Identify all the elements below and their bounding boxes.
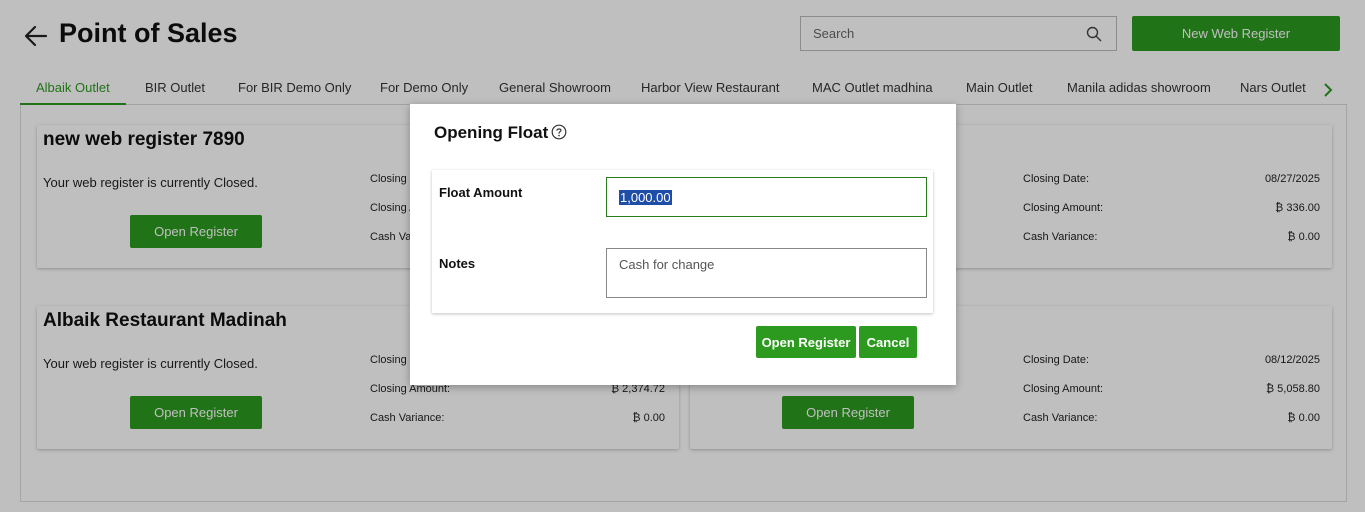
- open-register-button[interactable]: Open Register: [756, 326, 856, 358]
- float-amount-label: Float Amount: [439, 185, 523, 200]
- float-amount-value: 1,000.00: [619, 189, 672, 205]
- notes-label: Notes: [439, 256, 476, 271]
- float-form: Float Amount 1,000.00 Notes Cash for cha…: [432, 170, 933, 313]
- float-amount-input[interactable]: 1,000.00: [606, 177, 927, 217]
- opening-float-dialog: Opening Float Float Amount 1,000.00 Note…: [410, 104, 956, 385]
- notes-textarea[interactable]: Cash for change: [606, 248, 927, 298]
- help-icon[interactable]: [551, 124, 567, 140]
- cancel-button[interactable]: Cancel: [859, 326, 917, 358]
- dialog-title: Opening Float: [434, 123, 549, 142]
